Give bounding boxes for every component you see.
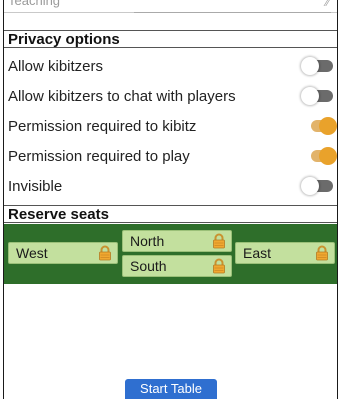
reserve-seats-header: Reserve seats	[4, 205, 337, 223]
option-permission-play: Permission required to play	[4, 142, 337, 172]
privacy-options-header: Privacy options	[4, 30, 337, 48]
start-table-button[interactable]: Start Table	[125, 379, 217, 399]
permission-play-toggle[interactable]	[307, 147, 337, 165]
seat-north[interactable]: North	[122, 230, 232, 252]
allow-kibitzers-toggle[interactable]	[301, 57, 333, 75]
option-invisible: Invisible	[4, 172, 337, 202]
permission-kibitz-toggle[interactable]	[307, 117, 337, 135]
seat-west[interactable]: West	[8, 242, 118, 264]
option-permission-kibitz: Permission required to kibitz	[4, 112, 337, 142]
padlock-icon	[316, 245, 328, 261]
top-partial-row: Teaching ⁄⁄	[4, 0, 337, 16]
table-options-panel: Teaching ⁄⁄ Privacy options Allow kibitz…	[3, 0, 338, 399]
seat-south[interactable]: South	[122, 255, 232, 277]
option-allow-kibitzers: Allow kibitzers	[4, 52, 337, 82]
seat-east[interactable]: East	[235, 242, 335, 264]
seat-label: West	[16, 245, 48, 261]
toggle-knob	[301, 87, 319, 105]
resize-handle-icon: ⁄⁄	[325, 0, 329, 9]
option-label: Allow kibitzers to chat with players	[8, 88, 236, 105]
invisible-toggle[interactable]	[301, 177, 333, 195]
option-allow-kibitzer-chat: Allow kibitzers to chat with players	[4, 82, 337, 112]
option-label: Permission required to kibitz	[8, 118, 197, 135]
toggle-knob	[301, 57, 319, 75]
seat-label: East	[243, 245, 272, 261]
seat-table: West North South East	[4, 224, 337, 284]
toggle-knob	[301, 177, 319, 195]
teaching-label: Teaching	[8, 0, 61, 8]
option-label: Invisible	[8, 178, 63, 195]
toggle-knob	[319, 117, 337, 135]
option-label: Allow kibitzers	[8, 58, 104, 75]
seat-label: South	[130, 258, 167, 274]
seat-label: North	[130, 233, 165, 249]
padlock-icon	[213, 258, 225, 274]
padlock-icon	[99, 245, 111, 261]
toggle-knob	[319, 147, 337, 165]
padlock-icon	[213, 233, 225, 249]
allow-kibitzer-chat-toggle[interactable]	[301, 87, 333, 105]
top-select-field[interactable]	[134, 6, 331, 13]
option-label: Permission required to play	[8, 148, 190, 165]
